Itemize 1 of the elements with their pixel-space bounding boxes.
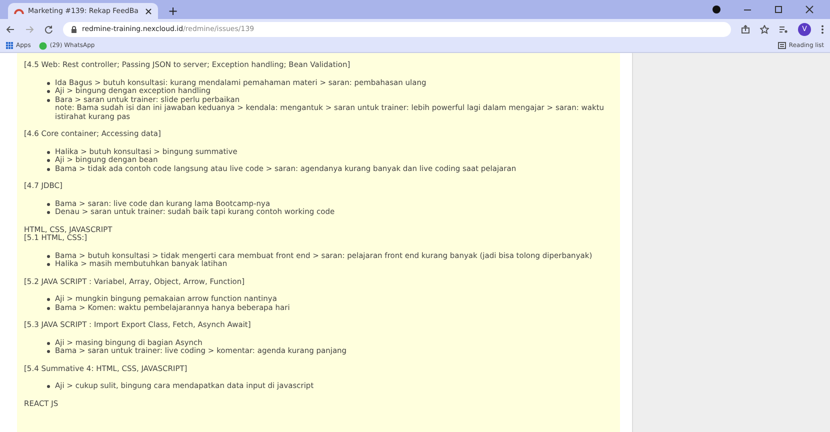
new-tab-button[interactable]: + [164,3,182,19]
